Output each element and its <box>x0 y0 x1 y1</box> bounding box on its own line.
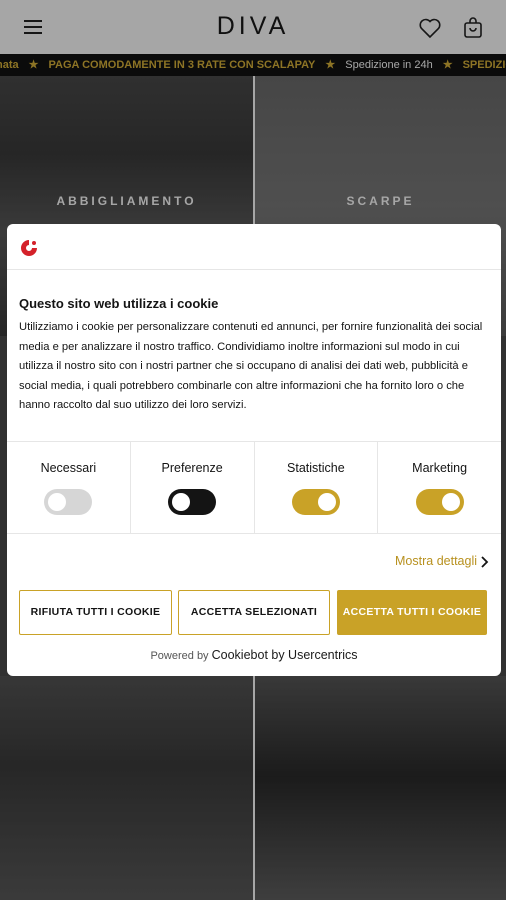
toggle-label: Necessari <box>40 461 97 475</box>
switch-knob <box>441 493 460 511</box>
powered-prefix: Powered by <box>150 650 209 662</box>
consent-toggles: Necessari Preferenze Statistiche Marketi… <box>7 441 501 534</box>
switch-knob <box>172 493 191 511</box>
marketing-switch[interactable] <box>415 489 464 515</box>
switch-knob <box>317 493 336 511</box>
dialog-body-text: Utilizziamo i cookie per personalizzare … <box>19 321 483 412</box>
toggle-statistics: Statistiche <box>255 442 379 533</box>
cookiebot-logo-icon <box>21 240 37 256</box>
necessary-switch <box>44 489 93 515</box>
toggle-preferences: Preferenze <box>131 442 255 533</box>
preferences-switch[interactable] <box>168 489 217 515</box>
reject-all-button[interactable]: RIFIUTA TUTTI I COOKIE <box>19 590 172 635</box>
dialog-title: Questo sito web utilizza i cookie <box>19 296 219 311</box>
switch-knob <box>48 493 67 511</box>
show-details-link[interactable]: Mostra dettagli <box>395 554 477 568</box>
toggle-label: Statistiche <box>287 461 345 475</box>
statistics-switch[interactable] <box>291 489 340 515</box>
chevron-right-icon[interactable] <box>479 555 489 569</box>
toggle-label: Preferenze <box>161 461 223 475</box>
accept-selected-button[interactable]: ACCETTA SELEZIONATI <box>178 590 330 635</box>
toggle-label: Marketing <box>412 461 468 475</box>
accept-all-button[interactable]: ACCETTA TUTTI I COOKIE <box>337 590 487 635</box>
powered-brand-link[interactable]: Cookiebot by Usercentrics <box>212 648 358 662</box>
powered-by: Powered by Cookiebot by Usercentrics <box>7 648 501 662</box>
toggle-necessary: Necessari <box>7 442 131 533</box>
dialog-header <box>7 224 501 270</box>
toggle-marketing: Marketing <box>378 442 501 533</box>
cookie-consent-dialog: Questo sito web utilizza i cookie Utiliz… <box>7 224 501 676</box>
